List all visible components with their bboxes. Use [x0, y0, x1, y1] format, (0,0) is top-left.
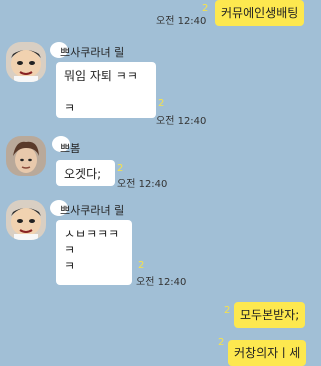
- my-message-bubble[interactable]: 커창의자ㅣ세: [228, 340, 307, 366]
- avatar-image: [6, 42, 46, 82]
- sender-name: 쁘봄: [60, 142, 81, 155]
- message-time: 오전 12:40: [156, 16, 207, 27]
- read-count: 2: [224, 305, 231, 316]
- avatar-image: [6, 200, 46, 240]
- avatar-shinchan[interactable]: [6, 42, 46, 82]
- sender-name: 쁘사쿠라녀 릴: [60, 204, 125, 217]
- read-count: 2: [138, 260, 145, 271]
- other-message-bubble[interactable]: 뭐임 자퇴 ㅋㅋ ㅋ: [56, 62, 156, 118]
- other-message-bubble[interactable]: 오겟다;: [56, 160, 115, 186]
- read-count: 2: [218, 337, 225, 348]
- avatar-shinchan[interactable]: [6, 200, 46, 240]
- read-count: 2: [117, 163, 124, 174]
- message-time: 오전 12:40: [117, 179, 168, 190]
- sender-name: 쁘사쿠라녀 릴: [60, 46, 125, 59]
- read-count: 2: [158, 98, 165, 109]
- message-time: 오전 12:40: [156, 116, 207, 127]
- avatar-image: [6, 136, 46, 176]
- my-message-bubble[interactable]: 커뮤에인생배팅: [215, 0, 305, 26]
- other-message-bubble[interactable]: ㅅㅂㅋㅋㅋ ㅋ ㅋ: [56, 220, 132, 285]
- avatar-boy[interactable]: [6, 136, 46, 176]
- message-time: 오전 12:40: [136, 277, 187, 288]
- my-message-bubble[interactable]: 모두본받자;: [234, 302, 306, 328]
